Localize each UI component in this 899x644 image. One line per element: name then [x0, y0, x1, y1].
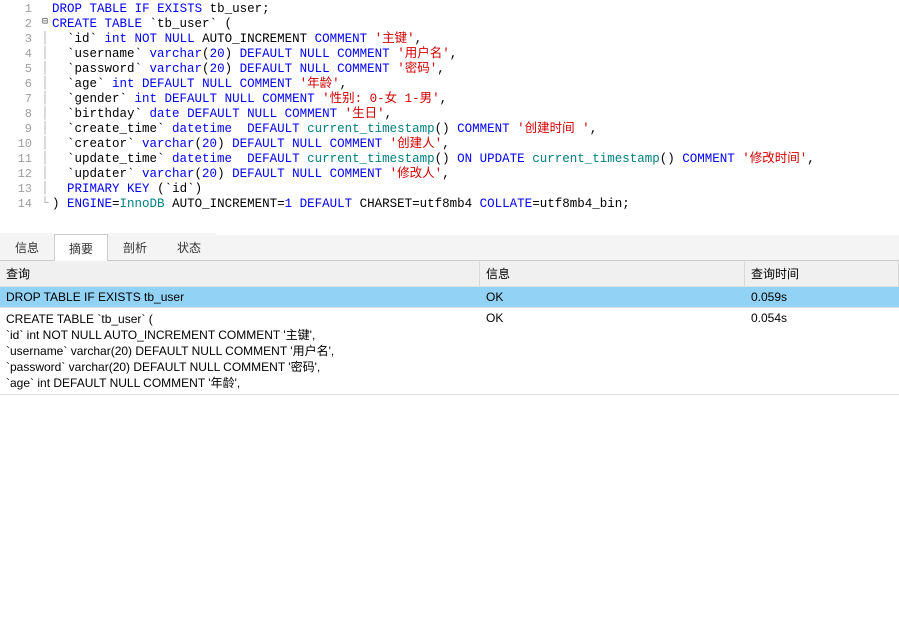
results-grid[interactable]: 查询 信息 查询时间 DROP TABLE IF EXISTS tb_userO… [0, 261, 899, 641]
code-line[interactable]: `id` int NOT NULL AUTO_INCREMENT COMMENT… [52, 32, 899, 47]
tab-profile[interactable]: 剖析 [108, 233, 162, 260]
code-line[interactable]: `username` varchar(20) DEFAULT NULL COMM… [52, 47, 899, 62]
tab-summary[interactable]: 摘要 [54, 234, 108, 261]
code-line[interactable]: PRIMARY KEY (`id`) [52, 182, 899, 197]
fold-branch-icon: │ [38, 32, 52, 47]
fold-branch-icon: │ [38, 152, 52, 167]
line-number: 13 [0, 182, 38, 197]
col-time[interactable]: 查询时间 [745, 261, 899, 286]
code-line[interactable]: `gender` int DEFAULT NULL COMMENT '性别: 0… [52, 92, 899, 107]
cell-info: OK [480, 287, 745, 307]
code-line[interactable]: ) ENGINE=InnoDB AUTO_INCREMENT=1 DEFAULT… [52, 197, 899, 212]
code-line[interactable]: `updater` varchar(20) DEFAULT NULL COMME… [52, 167, 899, 182]
line-number: 5 [0, 62, 38, 77]
line-number: 10 [0, 137, 38, 152]
fold-branch-icon: │ [38, 62, 52, 77]
fold-branch-icon: │ [38, 107, 52, 122]
code-line[interactable]: DROP TABLE IF EXISTS tb_user; [52, 2, 899, 17]
line-number: 14 [0, 197, 38, 212]
col-query[interactable]: 查询 [0, 261, 480, 286]
tab-status[interactable]: 状态 [162, 233, 216, 260]
result-tabs: 信息 摘要 剖析 状态 [0, 235, 899, 261]
result-header-row: 查询 信息 查询时间 [0, 261, 899, 287]
result-row[interactable]: CREATE TABLE `tb_user` ( `id` int NOT NU… [0, 308, 899, 395]
fold-branch-icon: │ [38, 182, 52, 197]
fold-branch-icon: │ [38, 92, 52, 107]
result-row[interactable]: DROP TABLE IF EXISTS tb_userOK0.059s [0, 287, 899, 308]
line-number: 11 [0, 152, 38, 167]
code-line[interactable]: `update_time` datetime DEFAULT current_t… [52, 152, 899, 167]
cell-time: 0.054s [745, 308, 899, 394]
cell-query: CREATE TABLE `tb_user` ( `id` int NOT NU… [0, 308, 480, 394]
fold-column: ⊟│││││││││││└ [38, 0, 52, 235]
line-number: 8 [0, 107, 38, 122]
cell-time: 0.059s [745, 287, 899, 307]
line-number: 1 [0, 2, 38, 17]
fold-branch-icon: │ [38, 47, 52, 62]
fold-branch-icon: │ [38, 137, 52, 152]
line-number: 4 [0, 47, 38, 62]
tab-info[interactable]: 信息 [0, 233, 54, 260]
code-line[interactable]: `creator` varchar(20) DEFAULT NULL COMME… [52, 137, 899, 152]
sql-editor-pane[interactable]: 1234567891011121314 ⊟│││││││││││└ DROP T… [0, 0, 899, 235]
fold-toggle-icon[interactable]: ⊟ [38, 17, 52, 32]
fold-branch-icon: │ [38, 167, 52, 182]
fold-end-icon: └ [38, 197, 52, 212]
col-info[interactable]: 信息 [480, 261, 745, 286]
code-line[interactable]: `password` varchar(20) DEFAULT NULL COMM… [52, 62, 899, 77]
line-number-gutter: 1234567891011121314 [0, 0, 38, 235]
line-number: 6 [0, 77, 38, 92]
code-line[interactable]: `create_time` datetime DEFAULT current_t… [52, 122, 899, 137]
code-line[interactable]: `age` int DEFAULT NULL COMMENT '年龄', [52, 77, 899, 92]
code-content[interactable]: DROP TABLE IF EXISTS tb_user;CREATE TABL… [52, 0, 899, 235]
code-line[interactable]: CREATE TABLE `tb_user` ( [52, 17, 899, 32]
fold-branch-icon: │ [38, 77, 52, 92]
fold-branch-icon: │ [38, 122, 52, 137]
line-number: 12 [0, 167, 38, 182]
fold-empty [38, 2, 52, 17]
cell-query: DROP TABLE IF EXISTS tb_user [0, 287, 480, 307]
line-number: 7 [0, 92, 38, 107]
line-number: 2 [0, 17, 38, 32]
line-number: 9 [0, 122, 38, 137]
line-number: 3 [0, 32, 38, 47]
cell-info: OK [480, 308, 745, 394]
code-line[interactable]: `birthday` date DEFAULT NULL COMMENT '生日… [52, 107, 899, 122]
